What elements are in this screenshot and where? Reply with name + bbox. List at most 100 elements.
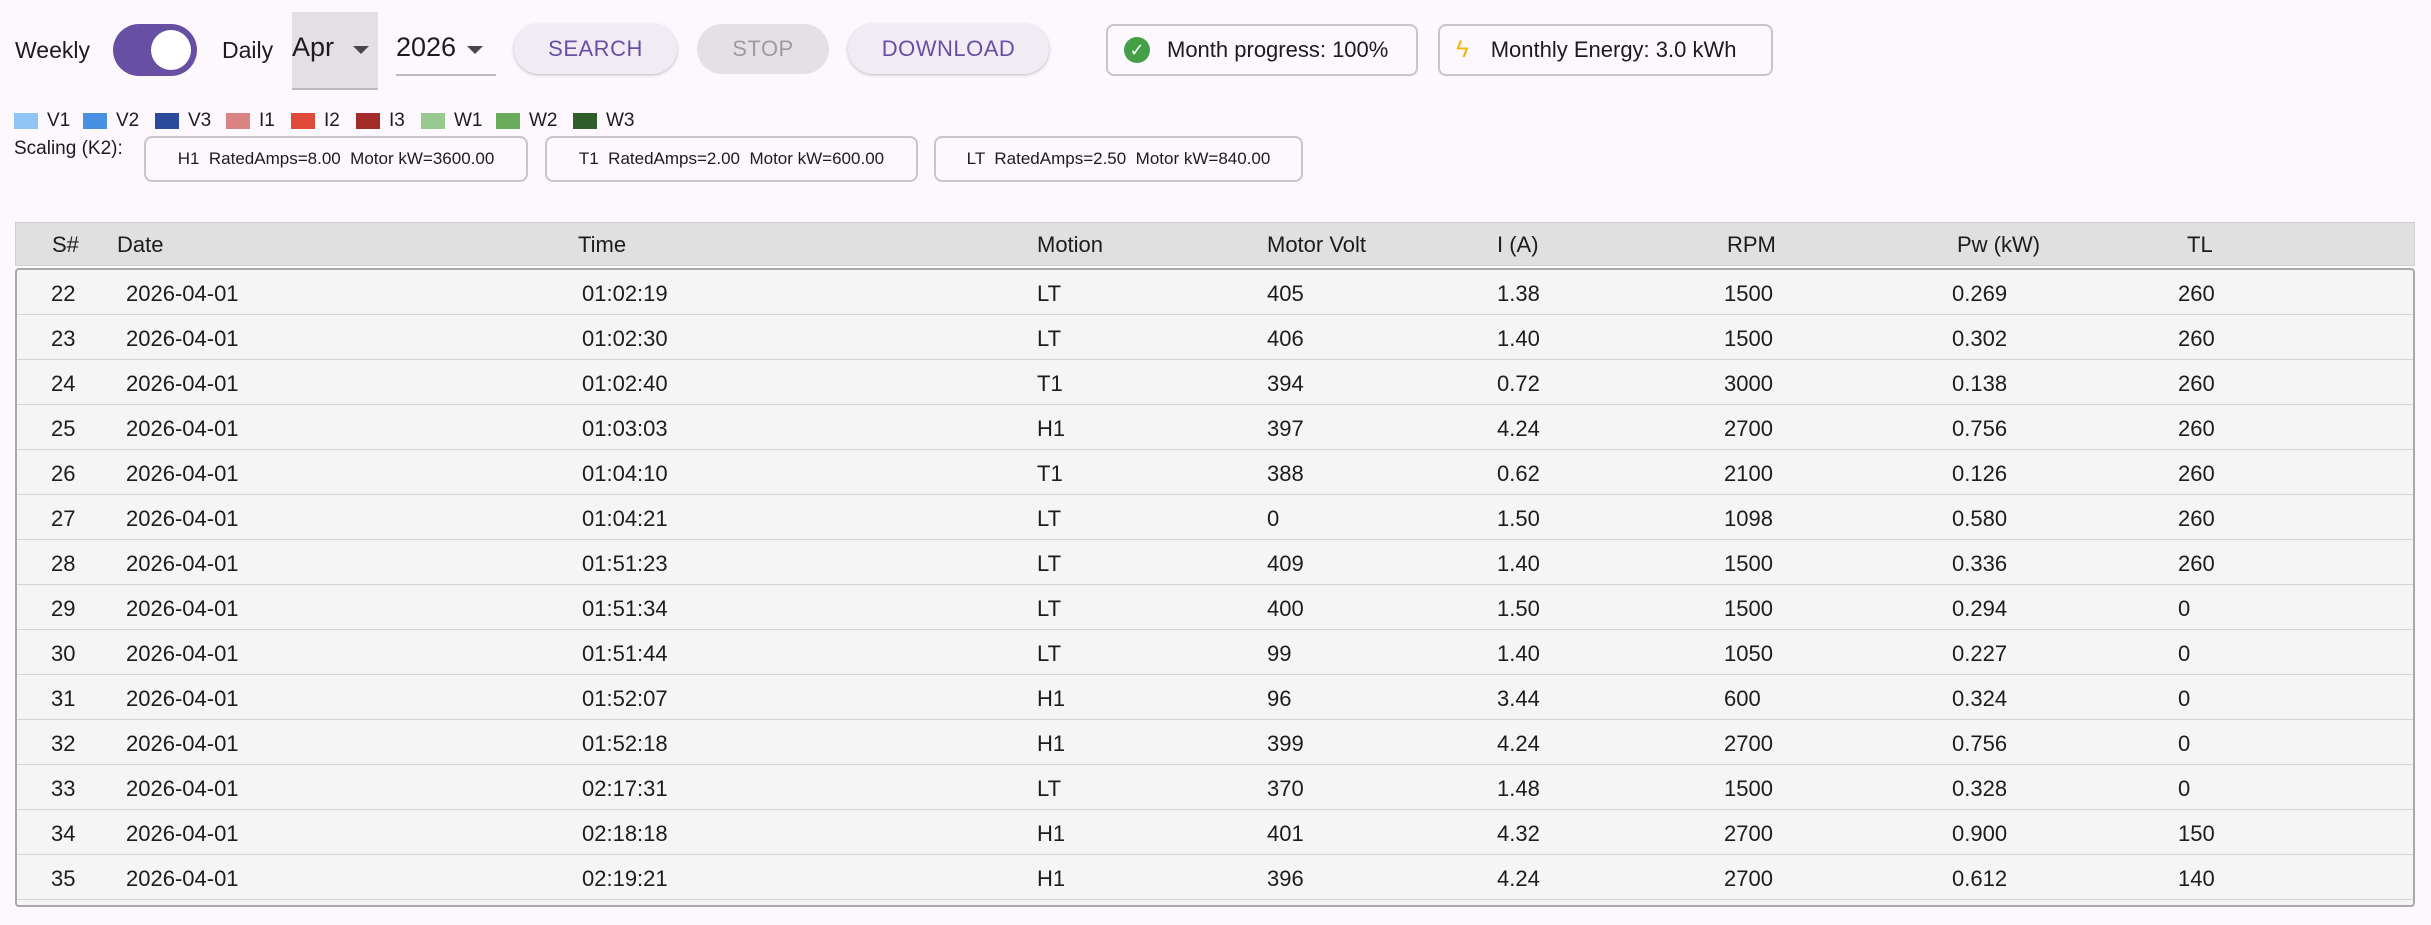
table-row[interactable]: 28 2026-04-01 01:51:23 LT 409 1.40 1500 0.336 26… (17, 540, 2413, 585)
cell-motion: H1 (1037, 416, 1066, 441)
legend-item-v2[interactable]: V2 (83, 110, 155, 132)
legend-item-w2[interactable]: W2 (496, 110, 573, 132)
header-tl[interactable]: TL (2187, 232, 2213, 258)
cell-motion: H1 (1037, 731, 1066, 756)
table-row[interactable]: 25 2026-04-01 01:03:03 H1 397 4.24 2700 0.756 26… (17, 405, 2413, 450)
cell-motor-volt: 397 (1267, 416, 1304, 441)
data-table-body[interactable]: 22 2026-04-01 01:02:19 LT 405 1.38 1500 0.269 26… (15, 268, 2415, 907)
cell-current: 1.50 (1497, 506, 1540, 531)
table-row[interactable]: 27 2026-04-01 01:04:21 LT 0 1.50 1098 0.580 260 (17, 495, 2413, 540)
cell-power: 0.138 (1952, 371, 2008, 396)
cell-current: 1.50 (1497, 596, 1540, 621)
header-motor-volt[interactable]: Motor Volt (1267, 232, 1366, 258)
table-row[interactable]: 24 2026-04-01 01:02:40 T1 394 0.72 3000 0.138 26… (17, 360, 2413, 405)
toolbar: Weekly Daily Apr 2026 SEARCH STOP DOWNLO… (0, 0, 2431, 100)
cell-time: 01:03:03 (582, 416, 668, 441)
cell-tl: 260 (2178, 461, 2215, 486)
cell-motor-volt: 405 (1267, 281, 1304, 306)
cell-time: 02:18:18 (582, 821, 668, 846)
legend-swatch (155, 113, 179, 129)
scaling-chip-h1: H1 RatedAmps=8.00 Motor kW=3600.00 (144, 136, 528, 182)
header-time[interactable]: Time (578, 232, 626, 258)
header-power[interactable]: Pw (kW) (1957, 232, 2040, 258)
cell-power: 0.269 (1952, 281, 2008, 306)
header-sno[interactable]: S# (52, 232, 79, 258)
cell-date: 2026-04-01 (126, 326, 239, 351)
weekly-daily-toggle[interactable] (113, 24, 197, 76)
cell-time: 01:51:34 (582, 596, 668, 621)
header-current[interactable]: I (A) (1497, 232, 1539, 258)
cell-rpm: 2700 (1724, 821, 1773, 846)
cell-date: 2026-04-01 (126, 506, 239, 531)
cell-date: 2026-04-01 (126, 596, 239, 621)
legend-label: W3 (606, 110, 635, 131)
legend-label: W2 (529, 110, 558, 131)
cell-current: 1.48 (1497, 776, 1540, 801)
table-row[interactable]: 35 2026-04-01 02:19:21 H1 396 4.24 2700 0.612 14… (17, 855, 2413, 900)
cell-rpm: 1098 (1724, 506, 1773, 531)
legend-item-v3[interactable]: V3 (155, 110, 226, 132)
stop-button[interactable]: STOP (697, 24, 829, 74)
chevron-down-icon (467, 46, 483, 54)
legend-item-i2[interactable]: I2 (291, 110, 356, 132)
table-row[interactable]: 30 2026-04-01 01:51:44 LT 99 1.40 1050 0.227 0 (17, 630, 2413, 675)
table-row[interactable]: 23 2026-04-01 01:02:30 LT 406 1.40 1500 0.302 26… (17, 315, 2413, 360)
cell-date: 2026-04-01 (126, 416, 239, 441)
cell-current: 4.24 (1497, 731, 1540, 756)
cell-motion: LT (1037, 596, 1062, 621)
cell-motor-volt: 409 (1267, 551, 1304, 576)
cell-motor-volt: 399 (1267, 731, 1304, 756)
legend-label: I3 (389, 110, 405, 131)
scaling-chip-lt: LT RatedAmps=2.50 Motor kW=840.00 (934, 136, 1303, 182)
cell-date: 2026-04-01 (126, 866, 239, 891)
table-row[interactable]: 31 2026-04-01 01:52:07 H1 96 3.44 600 0.324 0 (17, 675, 2413, 720)
cell-motor-volt: 96 (1267, 686, 1292, 711)
cell-rpm: 1500 (1724, 281, 1773, 306)
toggle-thumb (151, 30, 191, 70)
cell-current: 1.40 (1497, 641, 1540, 666)
cell-sno: 26 (51, 461, 76, 486)
scaling-chip-t1: T1 RatedAmps=2.00 Motor kW=600.00 (545, 136, 918, 182)
download-button[interactable]: DOWNLOAD (848, 24, 1049, 74)
cell-date: 2026-04-01 (126, 641, 239, 666)
month-select[interactable]: Apr (292, 12, 378, 90)
header-date[interactable]: Date (117, 232, 163, 258)
header-rpm[interactable]: RPM (1727, 232, 1776, 258)
cell-tl: 140 (2178, 866, 2215, 891)
header-motion[interactable]: Motion (1037, 232, 1103, 258)
legend-item-w1[interactable]: W1 (421, 110, 496, 132)
legend-label: V3 (188, 110, 212, 131)
legend-item-i3[interactable]: I3 (356, 110, 421, 132)
table-row[interactable]: 22 2026-04-01 01:02:19 LT 405 1.38 1500 0.269 26… (17, 270, 2413, 315)
cell-power: 0.126 (1952, 461, 2008, 486)
month-progress-chip: ✓ Month progress: 100% (1106, 24, 1418, 76)
cell-motion: LT (1037, 281, 1062, 306)
legend-item-i1[interactable]: I1 (226, 110, 291, 132)
cell-rpm: 2700 (1724, 416, 1773, 441)
table-row[interactable]: 32 2026-04-01 01:52:18 H1 399 4.24 2700 0.756 0 (17, 720, 2413, 765)
cell-rpm: 3000 (1724, 371, 1773, 396)
cell-current: 0.62 (1497, 461, 1540, 486)
cell-sno: 31 (51, 686, 76, 711)
cell-motion: LT (1037, 776, 1062, 801)
table-row[interactable]: 26 2026-04-01 01:04:10 T1 388 0.62 2100 0.126 26… (17, 450, 2413, 495)
search-button[interactable]: SEARCH (514, 24, 677, 74)
cell-tl: 260 (2178, 371, 2215, 396)
table-row[interactable]: 33 2026-04-01 02:17:31 LT 370 1.48 1500 0.328 0 (17, 765, 2413, 810)
cell-power: 0.756 (1952, 416, 2008, 441)
cell-sno: 22 (51, 281, 76, 306)
cell-power: 0.612 (1952, 866, 2008, 891)
daily-label: Daily (222, 37, 274, 63)
year-select[interactable]: 2026 (396, 12, 496, 76)
table-row[interactable]: 29 2026-04-01 01:51:34 LT 400 1.50 1500 0.294 0 (17, 585, 2413, 630)
cell-motion: LT (1037, 326, 1062, 351)
legend-swatch (421, 113, 445, 129)
cell-tl: 260 (2178, 326, 2215, 351)
cell-tl: 260 (2178, 281, 2215, 306)
cell-time: 01:02:40 (582, 371, 668, 396)
legend-item-v1[interactable]: V1 (14, 110, 83, 132)
table-row[interactable]: 34 2026-04-01 02:18:18 H1 401 4.32 2700 0.900 15… (17, 810, 2413, 855)
legend-item-w3[interactable]: W3 (573, 110, 643, 132)
cell-motor-volt: 370 (1267, 776, 1304, 801)
cell-sno: 30 (51, 641, 76, 666)
